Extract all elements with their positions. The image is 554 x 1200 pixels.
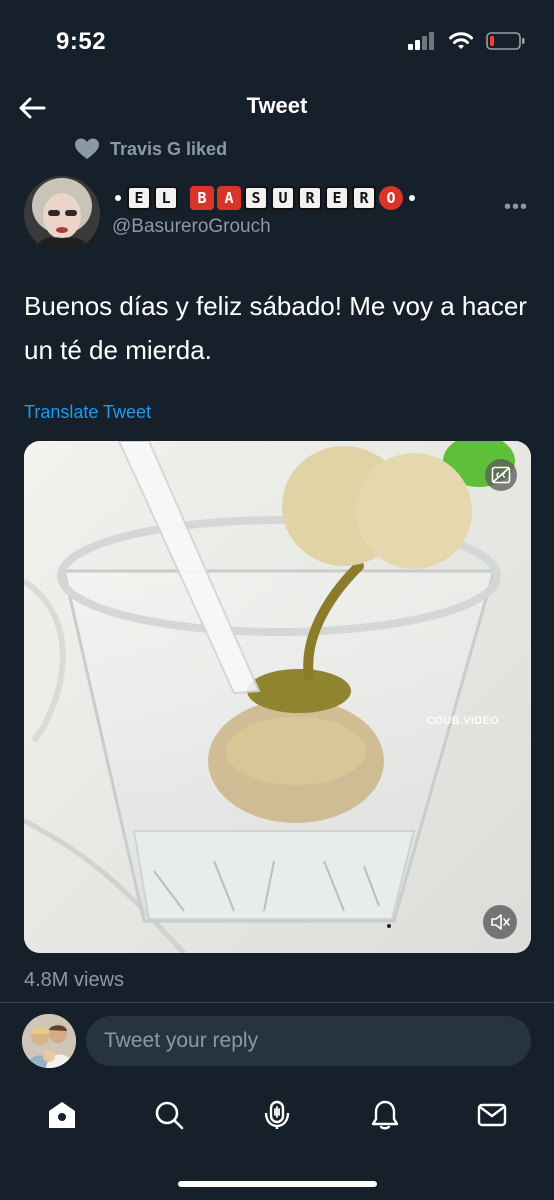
spaces-icon — [264, 1100, 290, 1129]
speaker-muted-icon — [491, 914, 510, 930]
letter-tile: O — [379, 186, 403, 210]
home-indicator[interactable] — [178, 1181, 377, 1187]
captions-button[interactable] — [485, 459, 517, 491]
social-context-text: Travis G liked — [110, 138, 228, 159]
captions-icon — [491, 466, 511, 484]
nav-notifications[interactable] — [365, 1095, 405, 1135]
letter-tile: S — [244, 186, 268, 210]
nav-home[interactable] — [42, 1095, 82, 1135]
battery-icon — [486, 32, 525, 50]
view-count: 4.8M views — [24, 969, 125, 991]
letter-tile: L — [154, 186, 178, 210]
letter-tile: R — [298, 186, 322, 210]
status-icons — [408, 31, 526, 51]
divider — [0, 1002, 554, 1003]
nav-spaces[interactable] — [257, 1095, 297, 1135]
nav-search[interactable] — [149, 1095, 189, 1135]
social-context[interactable]: Travis G liked — [74, 137, 227, 161]
bottom-navigation — [0, 1090, 554, 1140]
translate-link[interactable]: Translate Tweet — [24, 402, 151, 423]
wifi-icon — [449, 32, 473, 49]
video-frame — [24, 441, 531, 953]
tweet-video[interactable]: COUB.VIDEO — [24, 441, 531, 953]
letter-tile: E — [127, 186, 151, 210]
letter-tile: R — [352, 186, 376, 210]
notifications-icon — [371, 1100, 398, 1130]
decorative-dot — [115, 195, 121, 201]
signal-icon — [408, 32, 434, 50]
more-options-icon[interactable]: ••• — [504, 196, 528, 219]
nav-messages[interactable] — [472, 1095, 512, 1135]
tweet-text: Buenos días y feliz sábado! Me voy a hac… — [24, 291, 527, 365]
author-handle[interactable]: @BasureroGrouch — [112, 216, 271, 238]
author-avatar[interactable] — [24, 176, 100, 252]
messages-icon — [477, 1103, 507, 1127]
home-icon — [48, 1102, 75, 1128]
letter-tile: A — [217, 186, 241, 210]
page-title: Tweet — [246, 93, 308, 118]
decorative-dot — [409, 195, 415, 201]
status-time: 9:52 — [56, 28, 107, 55]
mute-button[interactable] — [483, 905, 517, 939]
reply-input[interactable]: Tweet your reply — [86, 1016, 531, 1066]
author-display-name[interactable]: E L B A S U R E R O — [112, 186, 418, 210]
letter-tile: U — [271, 186, 295, 210]
letter-tile: E — [325, 186, 349, 210]
current-user-avatar[interactable] — [22, 1014, 76, 1068]
search-icon — [156, 1101, 184, 1130]
heart-icon — [75, 138, 99, 159]
letter-tile: B — [190, 186, 214, 210]
video-watermark: COUB.VIDEO — [426, 715, 499, 727]
